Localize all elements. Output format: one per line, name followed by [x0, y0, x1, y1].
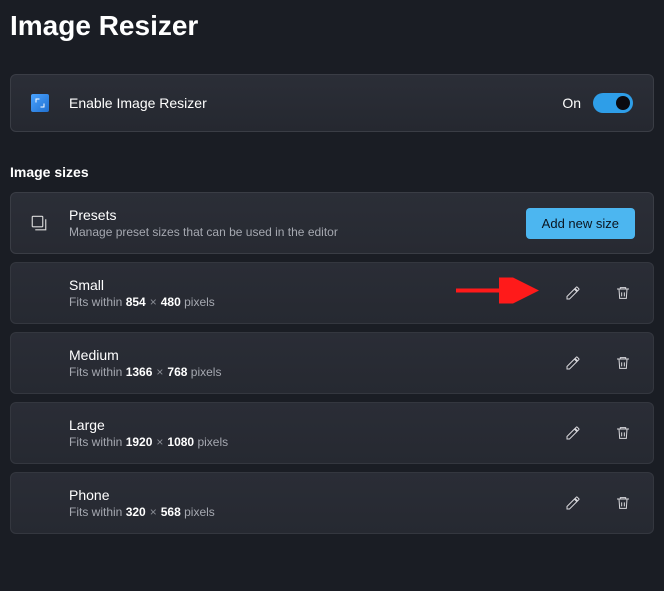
presets-panel: Presets Manage preset sizes that can be …	[10, 192, 654, 254]
size-description: Fits within 1920× 1080 pixels	[69, 435, 561, 449]
delete-button[interactable]	[611, 421, 635, 445]
fit-prefix: Fits within	[69, 505, 126, 519]
times-symbol: ×	[150, 505, 157, 519]
row-actions	[561, 491, 635, 515]
fit-prefix: Fits within	[69, 365, 126, 379]
pencil-icon	[565, 355, 581, 371]
presets-description: Manage preset sizes that can be used in …	[69, 225, 526, 239]
add-new-size-button[interactable]: Add new size	[526, 208, 635, 239]
row-actions	[561, 421, 635, 445]
edit-button[interactable]	[561, 351, 585, 375]
size-info: Small Fits within 854 × 480 pixels	[69, 277, 561, 309]
size-info: Large Fits within 1920× 1080 pixels	[69, 417, 561, 449]
size-height: 568	[161, 505, 181, 519]
fit-prefix: Fits within	[69, 435, 126, 449]
size-width: 1366	[126, 365, 153, 379]
size-width: 854	[126, 295, 146, 309]
edit-button[interactable]	[561, 491, 585, 515]
size-info: Medium Fits within 1366× 768 pixels	[69, 347, 561, 379]
toggle-thumb	[616, 96, 630, 110]
enable-panel: Enable Image Resizer On	[10, 74, 654, 132]
times-symbol: ×	[156, 435, 163, 449]
size-row: Large Fits within 1920× 1080 pixels	[10, 402, 654, 464]
edit-button[interactable]	[561, 281, 585, 305]
delete-button[interactable]	[611, 491, 635, 515]
size-name: Large	[69, 417, 561, 433]
size-name: Medium	[69, 347, 561, 363]
presets-icon	[29, 213, 49, 233]
times-symbol: ×	[156, 365, 163, 379]
size-name: Phone	[69, 487, 561, 503]
size-unit: pixels	[191, 365, 222, 379]
size-height: 1080	[167, 435, 194, 449]
fit-prefix: Fits within	[69, 295, 126, 309]
size-height: 480	[161, 295, 181, 309]
presets-info: Presets Manage preset sizes that can be …	[69, 207, 526, 239]
size-width: 320	[126, 505, 146, 519]
page-title: Image Resizer	[10, 10, 654, 42]
delete-button[interactable]	[611, 351, 635, 375]
size-row: Medium Fits within 1366× 768 pixels	[10, 332, 654, 394]
presets-title: Presets	[69, 207, 526, 223]
trash-icon	[615, 425, 631, 441]
pencil-icon	[565, 285, 581, 301]
size-row: Small Fits within 854 × 480 pixels	[10, 262, 654, 324]
size-width: 1920	[126, 435, 153, 449]
size-description: Fits within 1366× 768 pixels	[69, 365, 561, 379]
enable-toggle[interactable]	[593, 93, 633, 113]
section-heading: Image sizes	[10, 164, 654, 180]
toggle-state-text: On	[562, 95, 581, 111]
size-description: Fits within 320 × 568 pixels	[69, 505, 561, 519]
row-actions	[561, 281, 635, 305]
pencil-icon	[565, 425, 581, 441]
edit-button[interactable]	[561, 421, 585, 445]
image-resizer-icon	[31, 94, 49, 112]
delete-button[interactable]	[611, 281, 635, 305]
size-unit: pixels	[184, 295, 215, 309]
size-unit: pixels	[197, 435, 228, 449]
trash-icon	[615, 495, 631, 511]
size-height: 768	[167, 365, 187, 379]
enable-label: Enable Image Resizer	[69, 95, 562, 111]
trash-icon	[615, 285, 631, 301]
row-actions	[561, 351, 635, 375]
pencil-icon	[565, 495, 581, 511]
size-description: Fits within 854 × 480 pixels	[69, 295, 561, 309]
size-row: Phone Fits within 320 × 568 pixels	[10, 472, 654, 534]
size-name: Small	[69, 277, 561, 293]
size-info: Phone Fits within 320 × 568 pixels	[69, 487, 561, 519]
size-unit: pixels	[184, 505, 215, 519]
trash-icon	[615, 355, 631, 371]
times-symbol: ×	[150, 295, 157, 309]
